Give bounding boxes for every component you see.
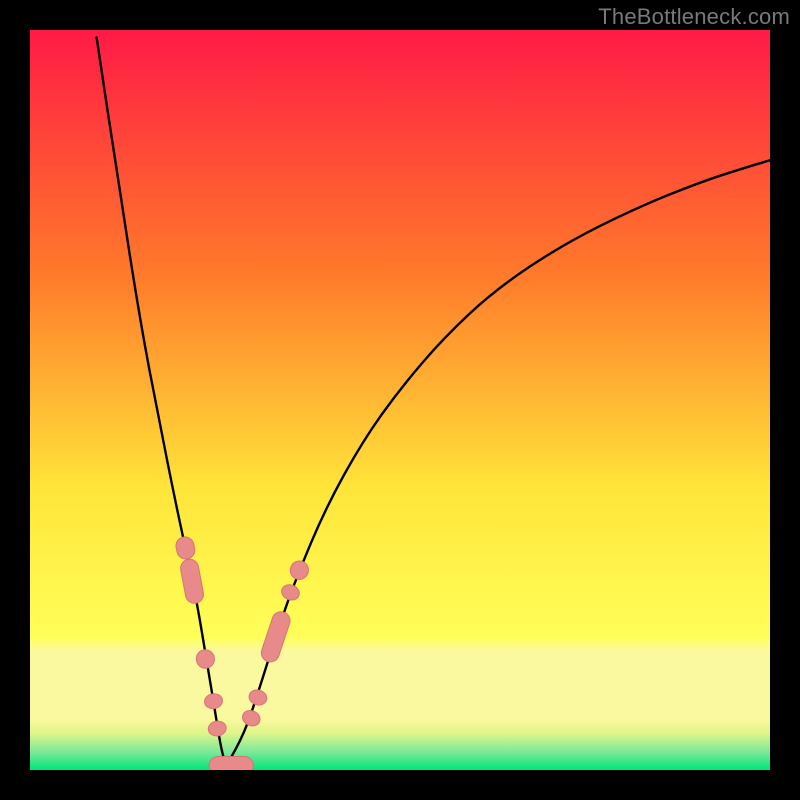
marker-5 [209, 757, 253, 770]
chart-frame: TheBottleneck.com [0, 0, 800, 800]
chart-plot-area [30, 30, 770, 770]
gradient-bg [30, 30, 770, 770]
watermark-text: TheBottleneck.com [598, 4, 790, 30]
chart-svg [30, 30, 770, 770]
